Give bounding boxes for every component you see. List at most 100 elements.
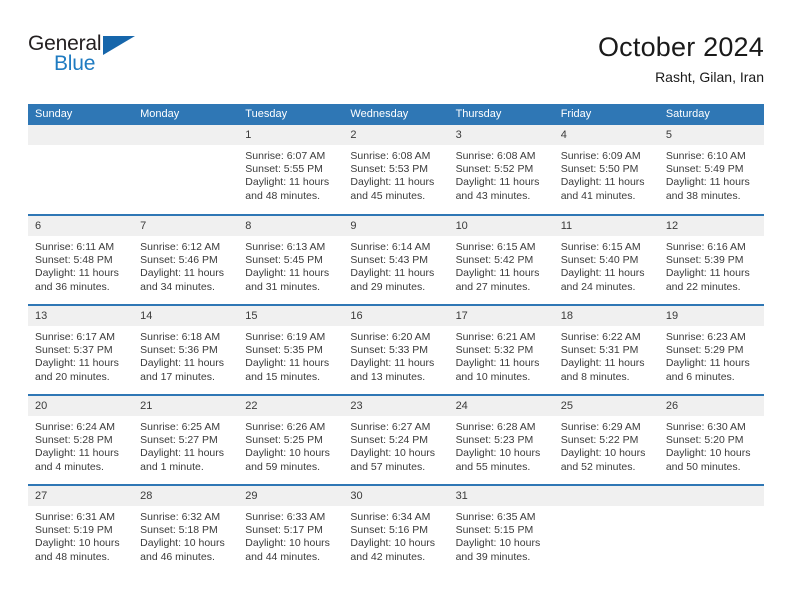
- day-sunrise-text: Sunrise: 6:16 AM: [665, 241, 746, 253]
- day-daylight1-text: Daylight: 10 hours: [455, 537, 541, 550]
- calendar-day-cell[interactable]: 31 Sunrise: 6:35 AM Sunset: 5:15 PM Dayligh…: [448, 484, 554, 575]
- day-sunrise-text: Sunrise: 6:15 AM: [455, 241, 536, 253]
- calendar-day-cell[interactable]: 8 Sunrise: 6:13 AM Sunset: 5:45 PM Daylight…: [238, 214, 344, 305]
- calendar-day-cell[interactable]: 11 Sunrise: 6:15 AM Sunset: 5:40 PM Dayligh…: [553, 214, 659, 305]
- day-sunrise-text: Sunrise: 6:21 AM: [455, 331, 536, 343]
- day-sunset-text: Sunset: 5:50 PM: [560, 163, 639, 176]
- calendar-day-cell[interactable]: 2 Sunrise: 6:08 AM Sunset: 5:53 PM Daylight…: [343, 125, 449, 215]
- day-daylight2-text: and 55 minutes.: [455, 460, 531, 473]
- day-daylight1-text: Daylight: 11 hours: [665, 267, 750, 280]
- day-daylight1-text: Daylight: 10 hours: [245, 447, 330, 460]
- day-number: [553, 486, 659, 506]
- calendar-day-cell[interactable]: 22 Sunrise: 6:26 AM Sunset: 5:25 PM Dayligh…: [238, 394, 344, 485]
- day-sun-info: Sunrise: 6:08 AM Sunset: 5:53 PM Daylight:…: [343, 145, 448, 203]
- calendar-cell-empty: [553, 484, 659, 575]
- calendar-day-cell[interactable]: 23 Sunrise: 6:27 AM Sunset: 5:24 PM Dayligh…: [343, 394, 449, 485]
- day-sunrise-text: Sunrise: 6:17 AM: [35, 331, 115, 343]
- day-sunrise-text: Sunrise: 6:23 AM: [665, 331, 746, 343]
- day-sunset-text: Sunset: 5:27 PM: [140, 434, 218, 447]
- calendar-day-cell[interactable]: 29 Sunrise: 6:33 AM Sunset: 5:17 PM Dayligh…: [238, 484, 344, 575]
- day-number: 13: [28, 306, 134, 326]
- day-sun-info: Sunrise: 6:17 AM Sunset: 5:37 PM Daylight:…: [28, 326, 133, 384]
- day-daylight2-text: and 24 minutes.: [560, 280, 636, 293]
- day-sunset-text: Sunset: 5:24 PM: [350, 434, 429, 447]
- title-block: October 2024 Rasht, Gilan, Iran: [598, 30, 764, 88]
- day-daylight2-text: and 44 minutes.: [245, 550, 320, 563]
- calendar-day-cell[interactable]: 17 Sunrise: 6:21 AM Sunset: 5:32 PM Dayligh…: [448, 304, 554, 395]
- day-sun-info: Sunrise: 6:29 AM Sunset: 5:22 PM Daylight:…: [554, 416, 659, 474]
- day-sunset-text: Sunset: 5:16 PM: [350, 524, 429, 537]
- calendar-day-cell[interactable]: 1 Sunrise: 6:07 AM Sunset: 5:55 PM Daylight…: [238, 125, 344, 215]
- calendar-day-cell[interactable]: 24 Sunrise: 6:28 AM Sunset: 5:23 PM Dayligh…: [448, 394, 554, 485]
- calendar-day-cell[interactable]: 3 Sunrise: 6:08 AM Sunset: 5:52 PM Daylight…: [448, 125, 554, 215]
- day-sunset-text: Sunset: 5:45 PM: [245, 254, 323, 267]
- day-sun-info: Sunrise: 6:32 AM Sunset: 5:18 PM Daylight:…: [133, 506, 238, 564]
- day-daylight2-text: and 8 minutes.: [560, 370, 630, 383]
- day-sunrise-text: Sunrise: 6:35 AM: [455, 511, 536, 523]
- day-daylight2-text: and 13 minutes.: [350, 370, 426, 383]
- day-sun-info: Sunrise: 6:28 AM Sunset: 5:23 PM Daylight:…: [449, 416, 554, 474]
- calendar-day-cell[interactable]: 18 Sunrise: 6:22 AM Sunset: 5:31 PM Dayligh…: [553, 304, 659, 395]
- day-sunrise-text: Sunrise: 6:14 AM: [350, 241, 431, 253]
- day-sunset-text: Sunset: 5:20 PM: [665, 434, 744, 447]
- calendar-day-cell[interactable]: 9 Sunrise: 6:14 AM Sunset: 5:43 PM Daylight…: [343, 214, 449, 305]
- day-number: [133, 125, 239, 145]
- day-sun-info: Sunrise: 6:27 AM Sunset: 5:24 PM Daylight:…: [343, 416, 448, 474]
- day-sunset-text: Sunset: 5:17 PM: [245, 524, 323, 537]
- day-daylight1-text: Daylight: 11 hours: [35, 447, 119, 460]
- calendar-day-cell[interactable]: 28 Sunrise: 6:32 AM Sunset: 5:18 PM Dayligh…: [133, 484, 239, 575]
- day-sun-info: Sunrise: 6:15 AM Sunset: 5:40 PM Daylight:…: [554, 236, 659, 294]
- calendar-day-cell[interactable]: 5 Sunrise: 6:10 AM Sunset: 5:49 PM Daylight…: [658, 125, 764, 215]
- day-sunrise-text: Sunrise: 6:25 AM: [140, 421, 221, 433]
- calendar-day-cell[interactable]: 6 Sunrise: 6:11 AM Sunset: 5:48 PM Daylight…: [28, 214, 134, 305]
- day-number: 23: [343, 396, 449, 416]
- brand-logo-text-blue: Blue: [54, 52, 96, 75]
- day-daylight1-text: Daylight: 11 hours: [140, 267, 224, 280]
- day-sunset-text: Sunset: 5:39 PM: [665, 254, 744, 267]
- calendar-day-cell[interactable]: 12 Sunrise: 6:16 AM Sunset: 5:39 PM Dayligh…: [658, 214, 764, 305]
- day-sun-info: Sunrise: 6:21 AM Sunset: 5:32 PM Daylight:…: [449, 326, 554, 384]
- calendar-day-cell[interactable]: 19 Sunrise: 6:23 AM Sunset: 5:29 PM Dayligh…: [658, 304, 764, 395]
- calendar-day-cell[interactable]: 7 Sunrise: 6:12 AM Sunset: 5:46 PM Daylight…: [133, 214, 239, 305]
- day-daylight2-text: and 31 minutes.: [245, 280, 320, 293]
- calendar-day-cell[interactable]: 15 Sunrise: 6:19 AM Sunset: 5:35 PM Dayligh…: [238, 304, 344, 395]
- calendar-week-row: 20 Sunrise: 6:24 AM Sunset: 5:28 PM Dayligh…: [28, 394, 764, 485]
- calendar-day-cell[interactable]: 4 Sunrise: 6:09 AM Sunset: 5:50 PM Daylight…: [553, 125, 659, 215]
- day-sunset-text: Sunset: 5:52 PM: [455, 163, 534, 176]
- day-daylight1-text: Daylight: 11 hours: [455, 267, 540, 280]
- calendar-body: 1 Sunrise: 6:07 AM Sunset: 5:55 PM Daylight…: [28, 125, 764, 575]
- day-number: 24: [448, 396, 554, 416]
- day-daylight2-text: and 59 minutes.: [245, 460, 320, 473]
- calendar-day-cell[interactable]: 27 Sunrise: 6:31 AM Sunset: 5:19 PM Dayligh…: [28, 484, 134, 575]
- day-number: 29: [238, 486, 344, 506]
- day-sunrise-text: Sunrise: 6:11 AM: [35, 241, 115, 253]
- calendar-day-cell[interactable]: 30 Sunrise: 6:34 AM Sunset: 5:16 PM Dayligh…: [343, 484, 449, 575]
- day-sunrise-text: Sunrise: 6:19 AM: [245, 331, 326, 343]
- weekday-header-sunday: Sunday: [28, 104, 134, 125]
- calendar-day-cell[interactable]: 20 Sunrise: 6:24 AM Sunset: 5:28 PM Dayligh…: [28, 394, 134, 485]
- day-sunset-text: Sunset: 5:31 PM: [560, 344, 639, 357]
- calendar-day-cell[interactable]: 10 Sunrise: 6:15 AM Sunset: 5:42 PM Dayligh…: [448, 214, 554, 305]
- calendar-day-cell[interactable]: 16 Sunrise: 6:20 AM Sunset: 5:33 PM Dayligh…: [343, 304, 449, 395]
- calendar-day-cell[interactable]: 14 Sunrise: 6:18 AM Sunset: 5:36 PM Dayligh…: [133, 304, 239, 395]
- day-daylight2-text: and 22 minutes.: [665, 280, 741, 293]
- calendar-cell-empty: [133, 125, 239, 215]
- day-number: 21: [133, 396, 239, 416]
- day-sun-info: Sunrise: 6:09 AM Sunset: 5:50 PM Daylight:…: [554, 145, 659, 203]
- day-daylight1-text: Daylight: 11 hours: [350, 357, 435, 370]
- calendar-day-cell[interactable]: 26 Sunrise: 6:30 AM Sunset: 5:20 PM Dayligh…: [658, 394, 764, 485]
- day-sunrise-text: Sunrise: 6:28 AM: [455, 421, 536, 433]
- day-number: 6: [28, 216, 134, 236]
- day-sun-info: Sunrise: 6:19 AM Sunset: 5:35 PM Daylight:…: [238, 326, 343, 384]
- day-number: 25: [553, 396, 659, 416]
- day-daylight2-text: and 48 minutes.: [245, 189, 320, 202]
- day-daylight2-text: and 52 minutes.: [560, 460, 636, 473]
- day-number: 16: [343, 306, 449, 326]
- brand-logo[interactable]: General Blue: [28, 32, 188, 88]
- day-daylight1-text: Daylight: 11 hours: [665, 176, 750, 189]
- calendar-day-cell[interactable]: 25 Sunrise: 6:29 AM Sunset: 5:22 PM Dayligh…: [553, 394, 659, 485]
- day-sunrise-text: Sunrise: 6:30 AM: [665, 421, 746, 433]
- calendar-day-cell[interactable]: 13 Sunrise: 6:17 AM Sunset: 5:37 PM Dayligh…: [28, 304, 134, 395]
- calendar-day-cell[interactable]: 21 Sunrise: 6:25 AM Sunset: 5:27 PM Dayligh…: [133, 394, 239, 485]
- day-daylight1-text: Daylight: 10 hours: [560, 447, 646, 460]
